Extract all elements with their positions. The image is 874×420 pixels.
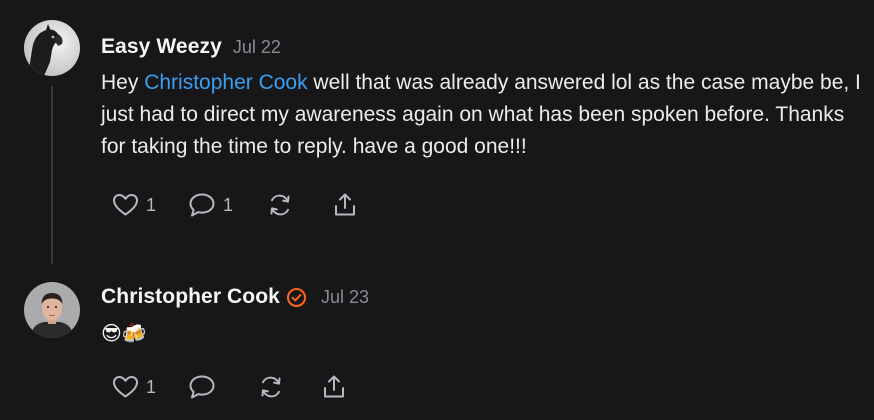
comment-date[interactable]: Jul 23 [321,287,369,308]
restack-icon [270,194,290,216]
heart-icon [113,194,138,216]
speech-bubble-icon [189,375,215,399]
reply-count: 1 [223,194,234,215]
reply-button[interactable] [188,374,216,400]
restack-button[interactable] [267,193,293,217]
comment-body: Hey Christopher Cook well that was alrea… [101,67,861,163]
comment-header: Christopher Cook Jul 23 [101,285,369,309]
speech-bubble-icon [189,193,215,217]
avatar[interactable] [24,282,80,338]
body-prefix: Hey [101,71,145,94]
avatar[interactable] [24,20,80,76]
comment-date[interactable]: Jul 22 [233,37,281,58]
restack-button[interactable] [258,375,284,399]
like-count: 1 [146,376,157,397]
comment-actions: 1 1 [112,192,357,218]
verified-badge-icon [286,287,307,308]
comment-header: Easy Weezy Jul 22 [101,35,281,59]
restack-icon [261,376,281,398]
share-icon [335,193,356,216]
author-name[interactable]: Easy Weezy [101,35,222,59]
share-button[interactable] [322,374,346,400]
person-avatar-image [24,282,80,338]
mention-link[interactable]: Christopher Cook [144,71,307,94]
comment-actions: 1 [112,374,346,400]
like-count: 1 [146,194,157,215]
horse-avatar-image [24,20,80,76]
reply-button[interactable]: 1 [188,192,233,218]
like-button[interactable]: 1 [112,375,156,399]
thread-connector-line [51,86,53,264]
like-button[interactable]: 1 [112,193,156,217]
heart-icon [113,376,138,398]
comment-body: 😎🍻 [101,323,147,345]
share-icon [324,375,345,398]
author-name[interactable]: Christopher Cook [101,285,280,309]
share-button[interactable] [333,192,357,218]
